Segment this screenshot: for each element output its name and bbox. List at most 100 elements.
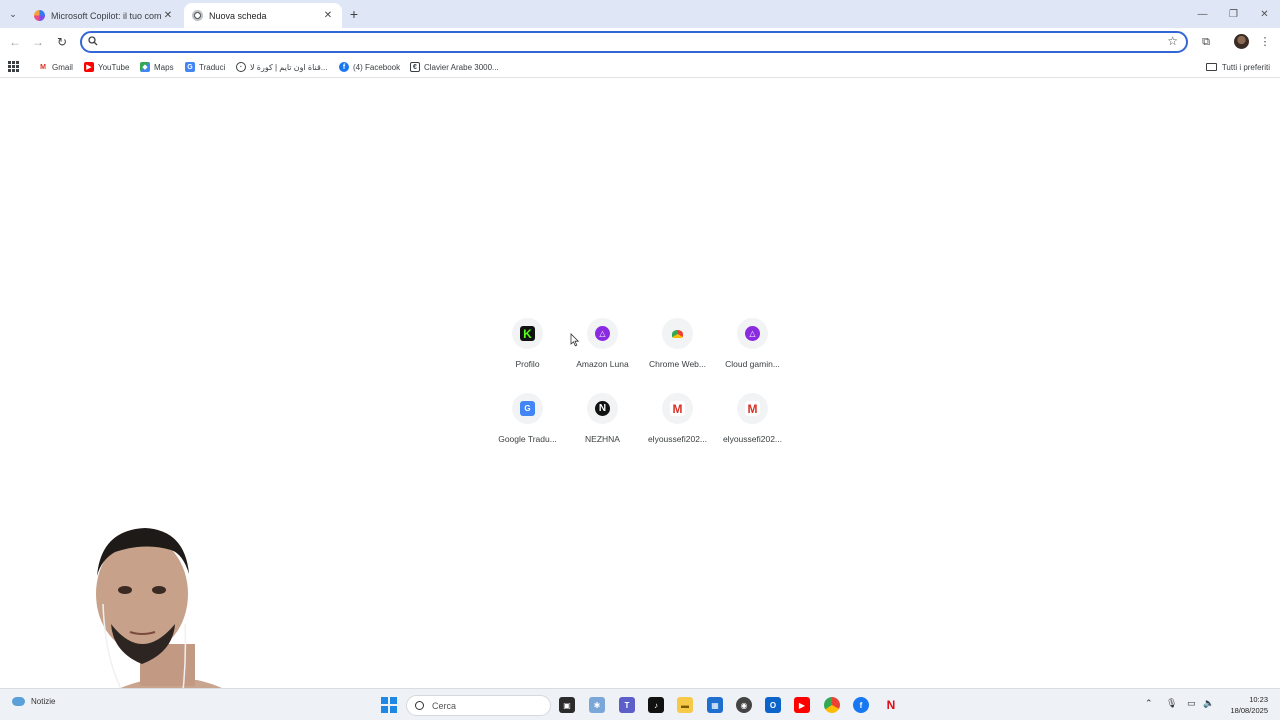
search-icon [88, 36, 98, 46]
shortcut-icon-circle: G [512, 393, 543, 424]
forward-button[interactable]: → [30, 34, 46, 50]
chrome-icon[interactable] [824, 697, 840, 713]
shortcut-label: Profilo [515, 359, 540, 369]
bookmark-label: Clavier Arabe 3000... [424, 62, 499, 72]
shortcuts-grid: K Profilo △ Amazon Luna Chrome Web... △ … [490, 318, 790, 451]
teams-icon[interactable]: T [619, 697, 635, 713]
bookmark-traduci[interactable]: G Traduci [185, 60, 225, 74]
bookmark-label: Maps [154, 62, 174, 72]
all-bookmarks-label: Tutti i preferiti [1221, 62, 1270, 72]
address-input[interactable] [102, 34, 1162, 50]
bookmark-label: قناة اون تايم | كورة لا... [250, 62, 328, 72]
app-icon[interactable]: ◉ [736, 697, 752, 713]
clock-time: 10:23 [1249, 695, 1268, 704]
tab-strip: ⌄ Microsoft Copilot: il tuo compa ✕ Nuov… [0, 0, 1280, 28]
tiktok-icon[interactable]: ♪ [648, 697, 664, 713]
star-icon[interactable]: ☆ [1167, 34, 1178, 48]
restore-button[interactable]: ❐ [1218, 0, 1249, 28]
tab-title: Microsoft Copilot: il tuo compa [51, 10, 162, 21]
shortcut-tile[interactable]: K Profilo [490, 318, 565, 376]
shortcut-icon-circle: N [587, 393, 618, 424]
chevron-up-icon[interactable]: ⌃ [1145, 698, 1153, 709]
shortcut-tile[interactable]: △ Amazon Luna [565, 318, 640, 376]
arrow-left-icon: ← [9, 35, 21, 49]
gmail-icon: M [745, 401, 760, 416]
shortcut-tile[interactable]: M elyoussefi202... [640, 393, 715, 451]
task-view-icon[interactable]: ▣ [559, 697, 575, 713]
taskbar-search[interactable]: Cerca [406, 695, 551, 716]
menu-button[interactable]: ⋮ [1257, 34, 1273, 50]
microphone-icon[interactable]: 🎙 [1166, 698, 1177, 709]
shortcut-label: elyoussefi202... [647, 434, 708, 444]
chrome-web-store-icon [672, 329, 683, 338]
shortcut-tile[interactable]: Chrome Web... [640, 318, 715, 376]
globe-icon: · [236, 62, 246, 72]
shortcut-icon-circle: △ [737, 318, 768, 349]
kebab-menu-icon: ⋮ [1259, 36, 1271, 48]
tab-copilot[interactable]: Microsoft Copilot: il tuo compa ✕ [26, 3, 182, 28]
store-icon[interactable]: ▦ [707, 697, 723, 713]
avatar[interactable] [1234, 34, 1249, 49]
bookmark-gmail[interactable]: M Gmail [38, 60, 73, 74]
gmail-icon: M [670, 401, 685, 416]
outlook-icon[interactable]: O [765, 697, 781, 713]
widgets-icon[interactable]: ✱ [589, 697, 605, 713]
bookmark-ontime[interactable]: · قناة اون تايم | كورة لا... [236, 60, 327, 74]
bookmark-label: Traduci [199, 62, 226, 72]
tab-new-tab[interactable]: Nuova scheda ✕ [184, 3, 342, 28]
bookmark-youtube[interactable]: ▶ YouTube [84, 60, 129, 74]
start-button[interactable] [381, 697, 397, 713]
search-icon [415, 701, 424, 710]
restore-icon: ❐ [1229, 8, 1238, 20]
clock[interactable]: 10:23 18/08/2025 [1230, 694, 1268, 716]
copilot-icon [34, 10, 45, 21]
extensions-button[interactable]: ⧉ [1198, 34, 1214, 50]
close-icon[interactable]: ✕ [322, 10, 334, 21]
puzzle-icon: ⧉ [1202, 36, 1210, 48]
bookmark-maps[interactable]: ◆ Maps [140, 60, 174, 74]
amazon-luna-icon: △ [595, 326, 610, 341]
netflix-icon[interactable]: N [883, 697, 899, 713]
apps-grid-icon[interactable] [8, 61, 19, 72]
shortcut-tile[interactable]: △ Cloud gamin... [715, 318, 790, 376]
taskbar: Notizie Cerca ▣ ✱ T ♪ ▬ ▦ ◉ O ▶ f N ⌃ 🎙 … [0, 688, 1280, 720]
shortcut-icon-circle: △ [587, 318, 618, 349]
clock-date: 18/08/2025 [1230, 706, 1268, 715]
shortcut-label: Cloud gamin... [725, 359, 780, 369]
youtube-icon[interactable]: ▶ [794, 697, 810, 713]
address-bar[interactable]: ☆ [80, 31, 1188, 53]
plus-icon: + [349, 6, 359, 22]
facebook-icon[interactable]: f [853, 697, 869, 713]
reload-icon: ↻ [56, 35, 68, 49]
all-bookmarks-button[interactable]: Tutti i preferiti [1205, 60, 1270, 74]
close-icon[interactable]: ✕ [162, 10, 174, 21]
window-controls: — ❐ ✕ [1187, 0, 1280, 28]
shortcut-icon-circle: M [662, 393, 693, 424]
volume-icon[interactable]: 🔈 [1203, 698, 1214, 709]
browser-toolbar: ← → ↻ ☆ ⧉ ⋮ [0, 28, 1280, 56]
shortcut-tile[interactable]: G Google Tradu... [490, 393, 565, 451]
tab-search-button[interactable]: ⌄ [5, 6, 21, 22]
shortcut-icon-circle: M [737, 393, 768, 424]
news-widget[interactable]: Notizie [12, 697, 55, 706]
back-button[interactable]: ← [7, 34, 23, 50]
network-icon[interactable]: ▭ [1187, 698, 1196, 709]
translate-icon: G [185, 62, 195, 72]
new-tab-button[interactable]: + [346, 6, 362, 22]
reload-button[interactable]: ↻ [54, 34, 70, 50]
gmail-icon: M [38, 62, 48, 72]
shortcut-tile[interactable]: M elyoussefi202... [715, 393, 790, 451]
shortcut-tile[interactable]: N NEZHNA [565, 393, 640, 451]
keyboard-site-icon: € [410, 62, 420, 72]
minimize-button[interactable]: — [1187, 0, 1218, 28]
bookmark-facebook[interactable]: f (4) Facebook [339, 60, 400, 74]
shortcut-label: Google Tradu... [498, 434, 557, 444]
chevron-down-icon: ⌄ [9, 8, 17, 19]
shortcut-icon-circle [662, 318, 693, 349]
windows-icon [381, 697, 388, 704]
file-explorer-icon[interactable]: ▬ [677, 697, 693, 713]
bookmark-clavier-arabe[interactable]: € Clavier Arabe 3000... [410, 60, 499, 74]
close-window-button[interactable]: ✕ [1249, 0, 1280, 28]
news-label: Notizie [31, 697, 56, 706]
youtube-icon: ▶ [84, 62, 94, 72]
